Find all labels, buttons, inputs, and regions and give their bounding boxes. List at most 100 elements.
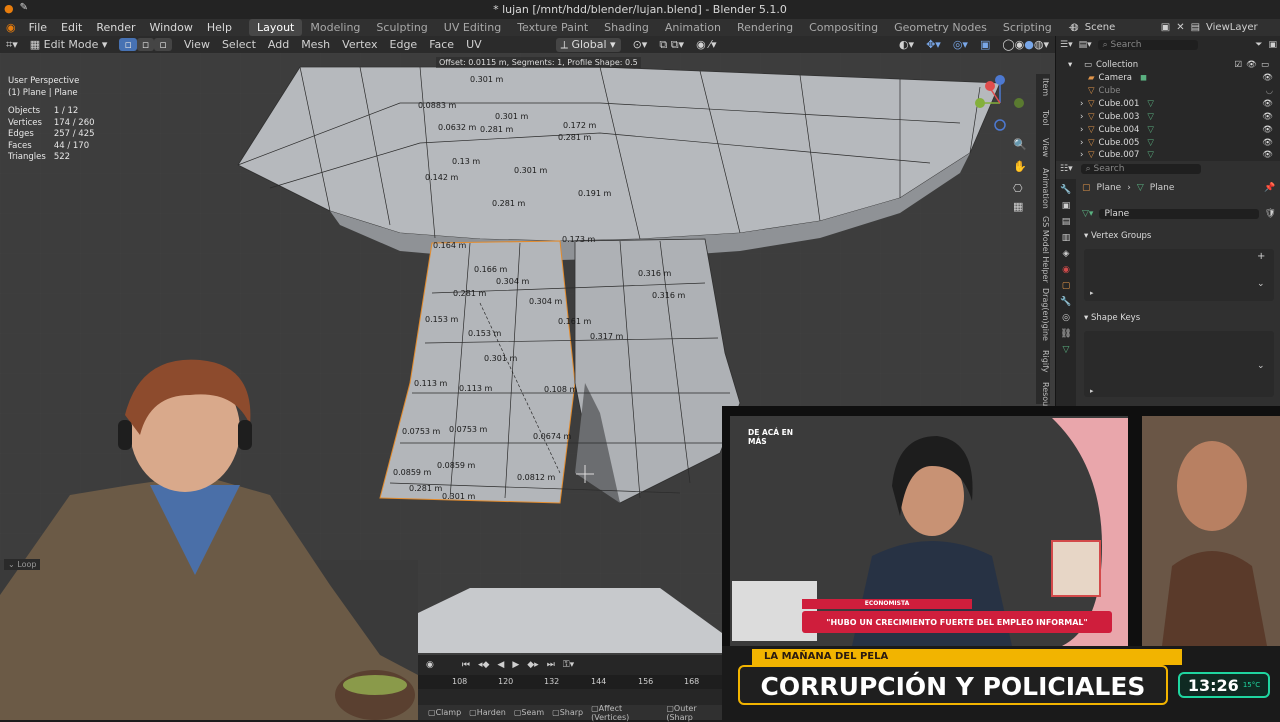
keying-icon[interactable]: ⚿▾ — [563, 660, 574, 670]
visibility-toggles[interactable]: ☑👁▭ — [1235, 60, 1280, 70]
display-mode-icon[interactable]: ▤▾ — [1079, 40, 1092, 50]
tool-props-icon[interactable]: 🔧 — [1060, 185, 1071, 195]
menu-view[interactable]: View — [178, 38, 216, 51]
menu-help[interactable]: Help — [200, 21, 239, 34]
menu-face[interactable]: Face — [423, 38, 460, 51]
tab-sculpting[interactable]: Sculpting — [368, 19, 435, 36]
select-mode-buttons[interactable]: ▫ ▫ ▫ — [113, 38, 177, 51]
tab-resources[interactable]: Resou — [1036, 382, 1050, 406]
render-props-icon[interactable]: ▣ — [1062, 201, 1071, 211]
eye-icon[interactable]: 👁 — [1262, 99, 1280, 109]
tab-geometry-nodes[interactable]: Geometry Nodes — [886, 19, 995, 36]
play-reverse-icon[interactable]: ◀ — [497, 660, 504, 670]
snap-icon[interactable]: ⧉ ⧉▾ — [653, 38, 690, 52]
menu-edge[interactable]: Edge — [384, 38, 424, 51]
properties-search-input[interactable]: ⌕ Search — [1080, 164, 1201, 174]
vertex-groups-list[interactable]: ▸ — [1084, 249, 1274, 301]
tab-animation[interactable]: Animation — [657, 19, 729, 36]
tab-item[interactable]: Item — [1036, 78, 1050, 96]
eye-closed-icon[interactable]: ◡ — [1266, 86, 1280, 96]
tab-compositing[interactable]: Compositing — [801, 19, 886, 36]
prev-key-icon[interactable]: ◂◆ — [478, 660, 489, 670]
eye-icon[interactable]: 👁 — [1262, 150, 1280, 160]
pin-icon[interactable]: 📌 — [1264, 183, 1275, 193]
expand-icon[interactable]: › — [1056, 150, 1088, 160]
outliner-editor-icon[interactable]: ☰▾ — [1060, 40, 1073, 50]
output-props-icon[interactable]: ▤ — [1062, 217, 1071, 227]
tab-dragengine[interactable]: Drag(en)gine — [1036, 288, 1050, 341]
pivot-icon[interactable]: ⊙▾ — [627, 38, 654, 51]
frame-ruler[interactable]: 108 120 132 144 156 168 — [418, 675, 722, 689]
outliner-row-collection[interactable]: ▾ ▭ Collection ☑👁▭ — [1056, 58, 1280, 71]
overlay-icon[interactable]: ◎▾ — [947, 38, 974, 51]
menu-file[interactable]: File — [22, 21, 54, 34]
tab-view[interactable]: View — [1036, 138, 1050, 157]
view-layer-props-icon[interactable]: ▥ — [1062, 233, 1071, 243]
menu-add[interactable]: Add — [262, 38, 295, 51]
menu-edit[interactable]: Edit — [54, 21, 89, 34]
menu-uv[interactable]: UV — [460, 38, 488, 51]
constraint-props-icon[interactable]: ⛓ — [1060, 329, 1071, 339]
menu-vertex[interactable]: Vertex — [336, 38, 383, 51]
tab-tool[interactable]: Tool — [1036, 110, 1050, 126]
new-collection-icon[interactable]: ▣ — [1268, 40, 1277, 50]
blender-menu-icon[interactable]: ◉ — [0, 21, 22, 34]
pin-icon[interactable]: ✎ — [20, 2, 28, 15]
eye-icon[interactable]: 👁 — [1262, 138, 1280, 148]
tab-animation-panel[interactable]: Animation — [1036, 168, 1050, 209]
tab-shading[interactable]: Shading — [596, 19, 657, 36]
viewlayer-selector[interactable]: ViewLayer — [1206, 22, 1258, 33]
list-expand-icon[interactable]: ▸ — [1090, 387, 1094, 395]
add-vertex-group-icon[interactable]: + — [1257, 251, 1265, 262]
tab-layout[interactable]: Layout — [248, 19, 303, 36]
outliner-row-camera[interactable]: ▰ Camera ◼ 👁 — [1056, 71, 1280, 84]
mesh-data-icon[interactable]: ▽▾ — [1082, 209, 1093, 219]
outliner-row-cube-007[interactable]: › ▽ Cube.007 ▽ 👁 — [1056, 149, 1280, 161]
outliner-row-cube-004[interactable]: › ▽ Cube.004 ▽ 👁 — [1056, 123, 1280, 136]
filter-icon[interactable]: ⏷ — [1255, 40, 1262, 50]
shading-mode-icons[interactable]: ◯◉●◍▾ — [996, 38, 1055, 51]
outliner-row-cube[interactable]: ▽ Cube ◡ — [1056, 84, 1280, 97]
editor-type-icon[interactable]: ⌗▾ — [0, 38, 24, 52]
physics-props-icon[interactable]: ◎ — [1062, 313, 1070, 323]
tab-rigify[interactable]: Rigify — [1036, 350, 1050, 373]
expand-icon[interactable]: ▾ — [1056, 60, 1080, 70]
eye-icon[interactable]: 👁 — [1262, 125, 1280, 135]
tab-uv-editing[interactable]: UV Editing — [436, 19, 509, 36]
tab-rendering[interactable]: Rendering — [729, 19, 801, 36]
mode-selector[interactable]: ▦ Edit Mode ▾ — [24, 38, 114, 51]
world-props-icon[interactable]: ◉ — [1062, 265, 1070, 275]
next-key-icon[interactable]: ◆▸ — [527, 660, 538, 670]
expand-icon[interactable]: › — [1056, 99, 1088, 109]
play-icon[interactable]: ▶ — [512, 660, 519, 670]
object-props-icon[interactable]: ▢ — [1062, 281, 1071, 291]
timeline[interactable]: ◉ ⏮ ◂◆ ◀ ▶ ◆▸ ⏭ ⚿▾ 108 120 132 144 156 1… — [418, 655, 722, 705]
record-icon[interactable]: ◉ — [426, 660, 434, 670]
shape-keys-list[interactable]: ▸ — [1084, 331, 1274, 397]
tab-modeling[interactable]: Modeling — [302, 19, 368, 36]
xray-icon[interactable]: ▣ — [974, 38, 996, 51]
data-name-field[interactable]: Plane — [1099, 209, 1259, 219]
menu-render[interactable]: Render — [89, 21, 142, 34]
scene-selector[interactable]: Scene — [1085, 22, 1155, 33]
outliner-search-input[interactable]: ⌕ Search — [1097, 40, 1198, 50]
tab-gs-model-helper[interactable]: GS Model Helper — [1036, 216, 1050, 283]
outliner-row-cube-005[interactable]: › ▽ Cube.005 ▽ 👁 — [1056, 136, 1280, 149]
gizmo-icon[interactable]: ✥▾ — [920, 38, 947, 51]
shape-keys-panel-header[interactable]: ▾ Shape Keys — [1084, 313, 1269, 327]
expand-icon[interactable]: › — [1056, 138, 1088, 148]
scene-props-icon[interactable]: ◈ — [1063, 249, 1070, 259]
list-expand-icon[interactable]: ▸ — [1090, 289, 1094, 297]
eye-icon[interactable]: 👁 — [1262, 112, 1280, 122]
expand-icon[interactable]: › — [1056, 112, 1088, 122]
properties-editor-icon[interactable]: ☷▾ — [1060, 164, 1073, 174]
proportional-edit-icon[interactable]: ◉ ⁄▾ — [690, 38, 722, 51]
modifier-props-icon[interactable]: 🔧 — [1060, 297, 1071, 307]
vertex-group-menu-icon[interactable]: ⌄ — [1257, 279, 1265, 289]
tab-texture-paint[interactable]: Texture Paint — [509, 19, 596, 36]
vertex-groups-panel-header[interactable]: ▾ Vertex Groups — [1084, 231, 1269, 245]
shape-key-menu-icon[interactable]: ⌄ — [1257, 361, 1265, 371]
menu-select[interactable]: Select — [216, 38, 262, 51]
outliner-row-cube-003[interactable]: › ▽ Cube.003 ▽ 👁 — [1056, 110, 1280, 123]
eye-icon[interactable]: 👁 — [1262, 73, 1280, 83]
